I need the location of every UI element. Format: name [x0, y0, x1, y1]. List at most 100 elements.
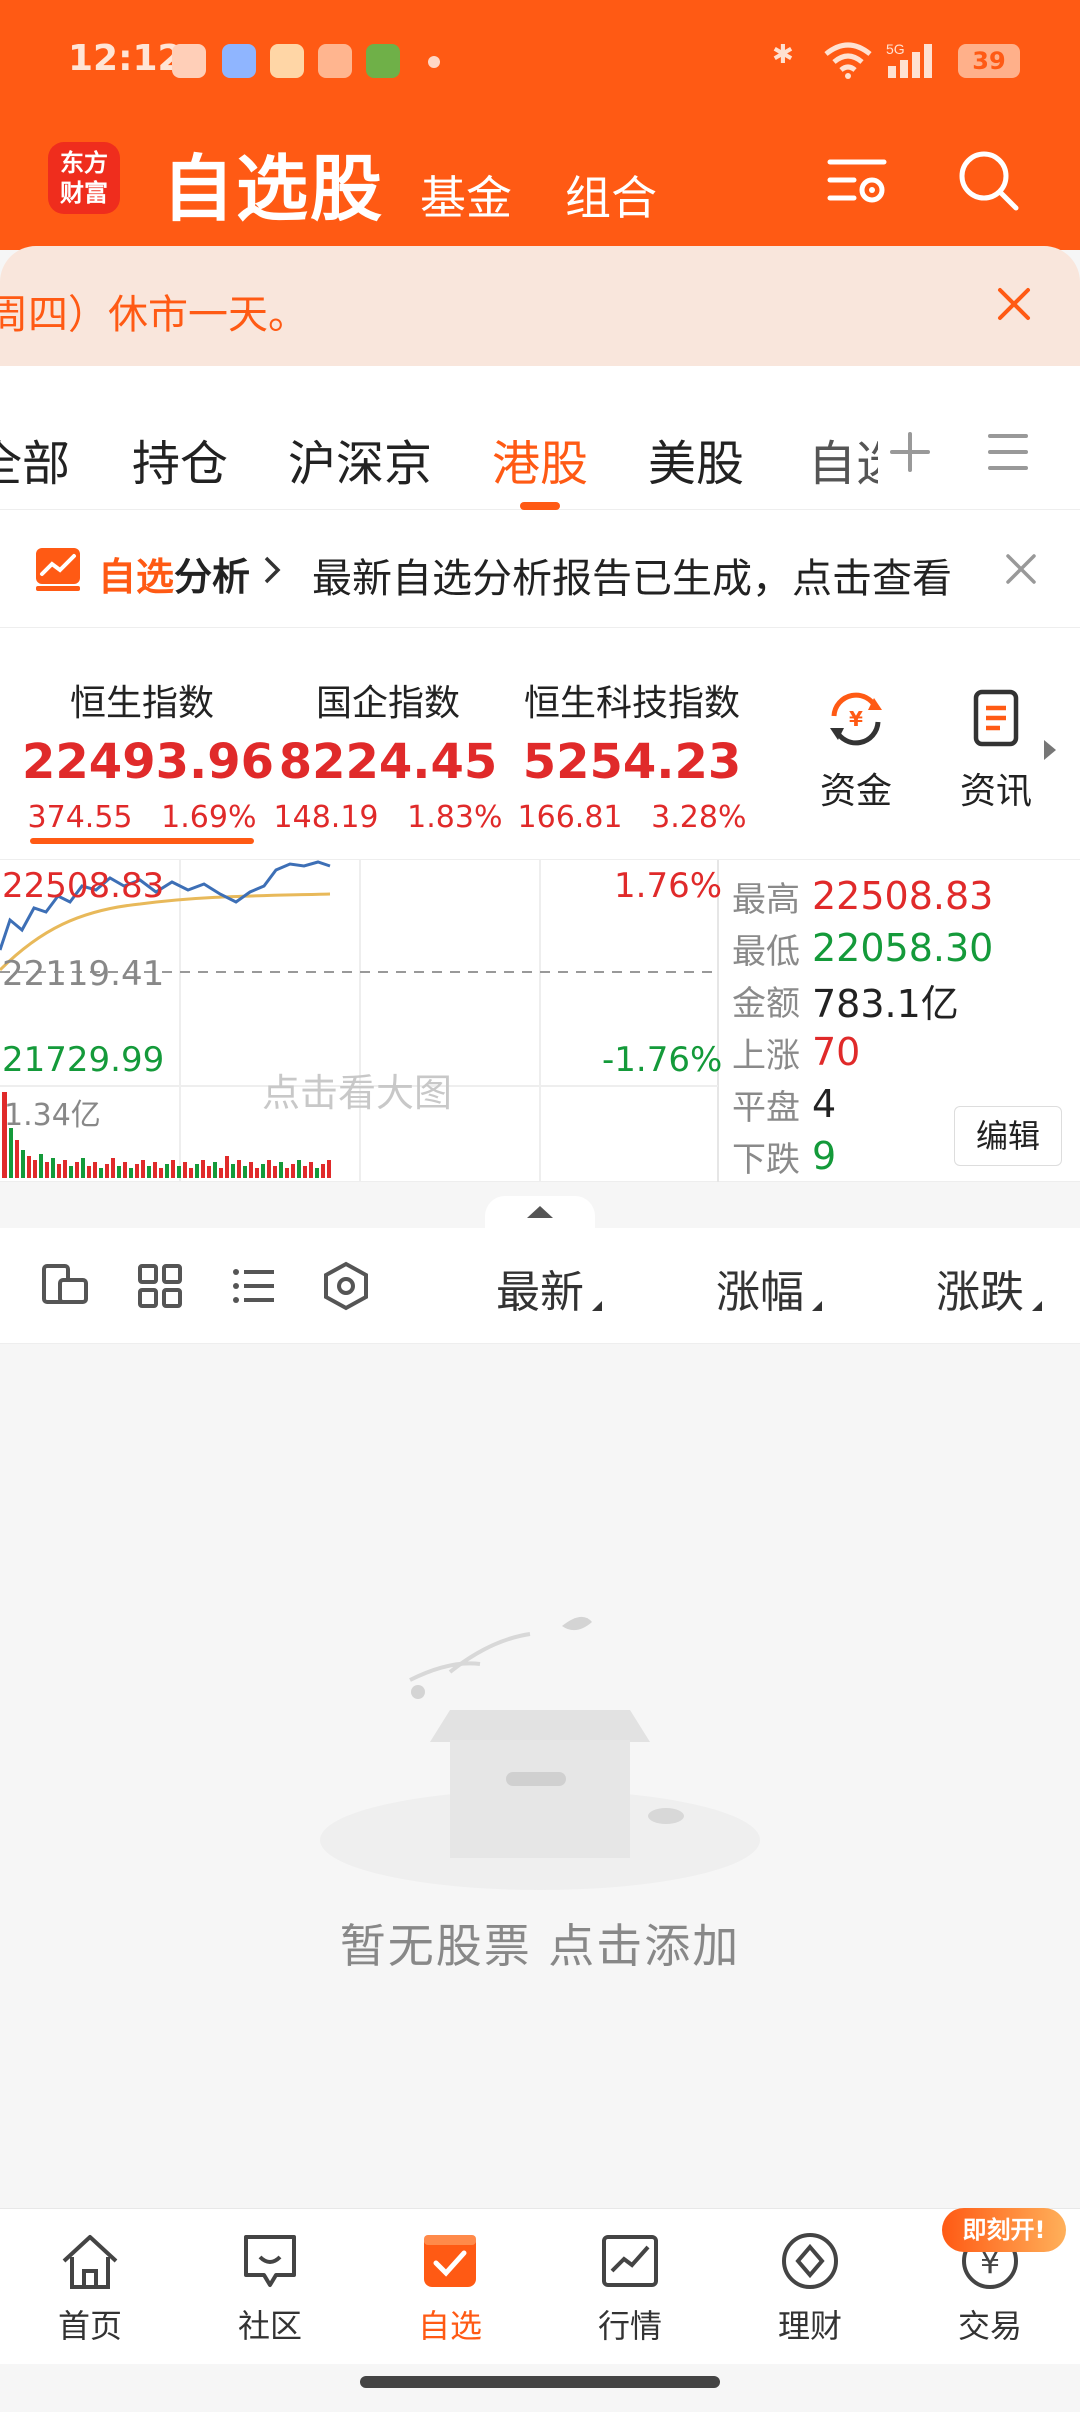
notice-text: 周四）休市一天。 [0, 292, 308, 338]
index-name: 恒生指数 [69, 683, 214, 724]
sort-label: 涨幅 [716, 1267, 804, 1318]
chevron-up-icon [527, 1206, 553, 1218]
nav-home-label: 首页 [57, 2307, 122, 2345]
chart-overlay-hint[interactable]: 点击看大图 [262, 1062, 452, 1117]
index-value: 5254.23 [522, 734, 742, 790]
empty-state-text[interactable]: 暂无股票 点击添加 [0, 1910, 1080, 1976]
nav-community[interactable]: 社区 [200, 2231, 340, 2347]
analysis-chart-icon [36, 548, 80, 591]
index-change-percent: 3.28% [651, 800, 747, 835]
stat-label: 最低 [732, 931, 800, 972]
sort-latest[interactable]: 最新 [496, 1256, 602, 1320]
collapse-handle[interactable] [485, 1196, 595, 1228]
index-change-points: 148.19 [273, 800, 379, 835]
list-view-icon[interactable] [228, 1260, 280, 1312]
index-card-hsi[interactable]: 恒生指数 22493.96 374.55 1.69% [22, 674, 274, 835]
stat-value: 9 [812, 1134, 837, 1178]
notice-banner[interactable]: 周四）休市一天。 [0, 246, 1080, 366]
index-change: 148.19 1.83% [268, 800, 508, 835]
sort-indicator-icon [812, 1301, 822, 1311]
index-change-points: 166.81 [517, 800, 623, 835]
page-title[interactable]: 自选股 [162, 130, 384, 235]
chart-top-price: 22508.83 [2, 866, 165, 906]
svg-text:5G: 5G [886, 42, 905, 57]
index-intraday-chart[interactable]: 22508.83 22119.41 21729.99 1.34亿 1.76% -… [0, 860, 1080, 1182]
app-logo[interactable]: 东方 财富 [48, 142, 120, 214]
nav-market[interactable]: 行情 [560, 2231, 700, 2347]
bluetooth-icon: ✱ [772, 40, 794, 70]
trade-promo-badge[interactable]: 即刻开! [942, 2208, 1066, 2252]
logo-text-bottom: 财富 [60, 179, 108, 207]
stat-label: 平盘 [732, 1087, 800, 1128]
app-header: 12:12 ✱ 5G 39 东方 财富 自选股 基金 组合 [0, 0, 1080, 250]
index-cards: 恒生指数 22493.96 374.55 1.69% 国企指数 8224.45 … [0, 628, 1080, 860]
stat-value: 22058.30 [812, 926, 994, 970]
tab-all[interactable]: 全部 [0, 424, 70, 494]
nav-home[interactable]: 首页 [20, 2231, 160, 2347]
empty-box-illustration[interactable] [300, 1600, 780, 1890]
sort-label: 涨跌 [936, 1267, 1024, 1318]
tab-custom[interactable]: 自选 [808, 424, 878, 494]
close-icon[interactable] [994, 284, 1034, 324]
cellular-signal-icon: 5G [886, 42, 932, 78]
stat-value: 70 [812, 1030, 861, 1074]
analysis-message[interactable]: 最新自选分析报告已生成，点击查看 [312, 546, 982, 604]
tab-sh-sz-bj[interactable]: 沪深京 [288, 424, 432, 494]
nav-trade-label: 交易 [957, 2307, 1022, 2345]
header-tab-portfolio[interactable]: 组合 [565, 162, 657, 228]
nav-wealth-label: 理财 [777, 2307, 842, 2345]
quick-news-label: 资讯 [959, 771, 1032, 812]
sort-change[interactable]: 涨跌 [936, 1256, 1042, 1320]
stat-label: 下跌 [732, 1139, 800, 1180]
active-index-indicator [30, 838, 254, 844]
battery-indicator: 39 [958, 44, 1020, 78]
list-toolbar: 最新 涨幅 涨跌 [0, 1228, 1080, 1344]
tab-holdings[interactable]: 持仓 [132, 424, 228, 494]
document-icon [973, 689, 1019, 747]
quick-capital[interactable]: ¥ 资金 [806, 688, 906, 814]
sort-change-percent[interactable]: 涨幅 [716, 1256, 822, 1320]
tab-us-stocks[interactable]: 美股 [648, 424, 744, 494]
chart-icon [602, 2235, 658, 2287]
stat-amount: 金额 783.1亿 [732, 974, 1072, 1026]
layout-card-icon[interactable] [40, 1260, 92, 1312]
active-tab-indicator [520, 502, 560, 510]
analysis-title-rest: 分析 [174, 555, 251, 599]
scroll-right-icon[interactable] [1040, 736, 1060, 764]
chart-volume-label: 1.34亿 [4, 1098, 101, 1133]
nav-market-label: 行情 [597, 2307, 662, 2345]
quick-news[interactable]: 资讯 [946, 688, 1046, 814]
target-icon[interactable] [320, 1260, 372, 1312]
index-change-points: 374.55 [27, 800, 133, 835]
settings-list-icon[interactable] [826, 148, 890, 212]
send-icon [318, 44, 352, 78]
app-root: 12:12 ✱ 5G 39 东方 财富 自选股 基金 组合 周四）休市一天。 部… [0, 0, 1080, 2412]
header-tab-fund[interactable]: 基金 [420, 162, 512, 228]
yuan-cycle-icon: ¥ [830, 692, 882, 746]
edit-button[interactable]: 编辑 [954, 1106, 1062, 1166]
index-card-hstech[interactable]: 恒生科技指数 5254.23 166.81 3.28% [512, 674, 752, 835]
intraday-chart-svg[interactable] [0, 860, 720, 1182]
close-icon[interactable] [1004, 552, 1038, 586]
search-icon[interactable] [956, 148, 1020, 212]
grid-view-icon[interactable] [134, 1260, 186, 1312]
sort-indicator-icon [592, 1301, 602, 1311]
menu-icon[interactable] [986, 432, 1030, 472]
chart-top-percent: 1.76% [614, 866, 723, 906]
stat-high: 最高 22508.83 [732, 870, 1072, 922]
index-card-hscei[interactable]: 国企指数 8224.45 148.19 1.83% [268, 674, 508, 835]
tab-hk-stocks[interactable]: 港股 [492, 424, 588, 494]
add-icon[interactable] [888, 430, 932, 474]
watchlist-analysis-bar[interactable]: 自选分析 最新自选分析报告已生成，点击查看 [0, 510, 1080, 628]
checklist-icon [424, 2235, 476, 2287]
stat-value: 4 [812, 1082, 837, 1126]
nav-watchlist[interactable]: 自选 [380, 2231, 520, 2347]
wechat-icon [172, 44, 206, 78]
index-change-percent: 1.83% [407, 800, 503, 835]
nav-wealth[interactable]: 理财 [740, 2231, 880, 2347]
home-icon [62, 2235, 118, 2289]
nav-community-label: 社区 [237, 2307, 302, 2345]
stat-low: 最低 22058.30 [732, 922, 1072, 974]
home-indicator[interactable] [360, 2376, 720, 2388]
index-change: 374.55 1.69% [22, 800, 262, 835]
